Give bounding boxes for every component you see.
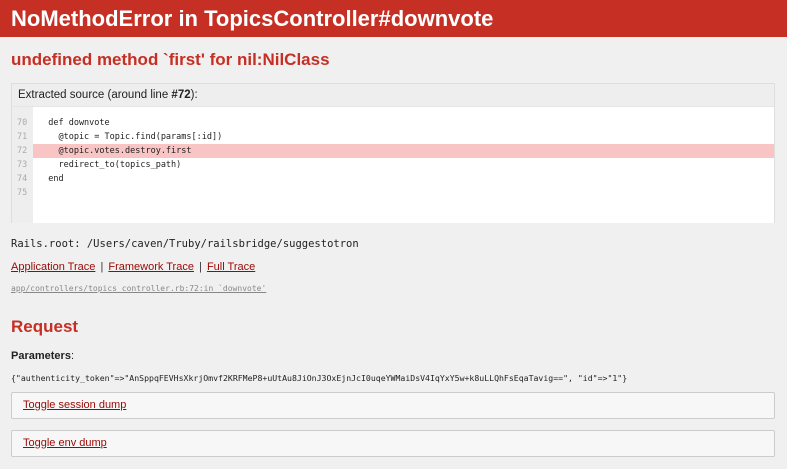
request-heading: Request: [11, 317, 79, 336]
parameters-label-colon: :: [70, 350, 74, 362]
toggle-env-dump-link[interactable]: Toggle env dump: [23, 437, 107, 449]
code-line: @topic = Topic.find(params[:id]): [38, 132, 223, 142]
parameters-label: Parameters:: [11, 349, 776, 363]
code-line: def downvote: [38, 118, 110, 128]
source-header-suffix: ):: [190, 89, 198, 101]
trace-separator: |: [199, 261, 202, 273]
trace-links: Application Trace | Framework Trace | Fu…: [11, 260, 776, 274]
source-header-line: #72: [171, 89, 191, 101]
line-number: 72: [17, 146, 28, 156]
parameters-label-text: Parameters: [11, 350, 71, 362]
source-header: Extracted source (around line #72):: [12, 84, 774, 106]
code-line: end: [38, 174, 64, 184]
error-header: NoMethodError in TopicsController#downvo…: [0, 0, 787, 37]
source-body: 70 71 72 73 74 75 def downvote @topic = …: [12, 106, 774, 223]
framework-trace-link[interactable]: Framework Trace: [108, 261, 194, 273]
code-line-highlighted: @topic.votes.destroy.first: [33, 144, 774, 158]
line-number: 75: [17, 188, 28, 198]
main-content: undefined method `first' for nil:NilClas…: [0, 50, 787, 457]
line-number: 70: [17, 118, 28, 128]
source-header-prefix: Extracted source (around line: [18, 89, 172, 101]
code-line: redirect_to(topics_path): [38, 160, 182, 170]
line-number: 73: [17, 160, 28, 170]
session-dump-box: Toggle session dump: [11, 392, 775, 419]
application-trace-link[interactable]: Application Trace: [11, 261, 95, 273]
line-number: 74: [17, 174, 28, 184]
error-message: undefined method `first' for nil:NilClas…: [11, 50, 330, 69]
parameters-value: {"authenticity_token"=>"AnSppqFEVHsXkrjO…: [11, 373, 628, 383]
rails-root: Rails.root: /Users/caven/Truby/railsbrid…: [11, 238, 359, 250]
extracted-source: Extracted source (around line #72): 70 7…: [11, 83, 775, 223]
toggle-session-dump-link[interactable]: Toggle session dump: [23, 399, 126, 411]
full-trace-link[interactable]: Full Trace: [207, 261, 255, 273]
env-dump-box: Toggle env dump: [11, 430, 775, 457]
code-block: def downvote @topic = Topic.find(params[…: [33, 107, 774, 223]
line-numbers: 70 71 72 73 74 75: [12, 107, 33, 223]
line-number: 71: [17, 132, 28, 142]
page-title: NoMethodError in TopicsController#downvo…: [11, 6, 494, 31]
trace-separator: |: [100, 261, 104, 273]
trace-line[interactable]: app/controllers/topics_controller.rb:72:…: [11, 283, 776, 295]
